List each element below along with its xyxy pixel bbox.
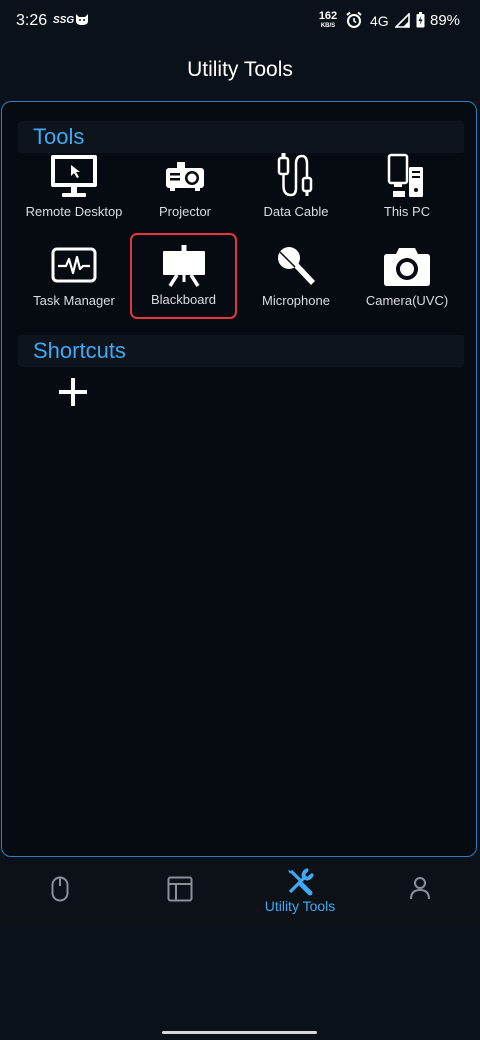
data-rate-value: 162 bbox=[318, 10, 338, 22]
cat-notification-icon bbox=[76, 14, 88, 25]
wrench-screwdriver-icon bbox=[288, 868, 314, 896]
camera-icon bbox=[384, 248, 430, 286]
heartbeat-monitor-icon bbox=[51, 247, 97, 283]
battery-percent: 89% bbox=[430, 12, 461, 29]
signal-icon bbox=[395, 13, 410, 28]
tool-label: This PC bbox=[383, 204, 431, 219]
tool-microphone[interactable]: Microphone bbox=[240, 235, 352, 315]
tool-remote-desktop[interactable]: Remote Desktop bbox=[18, 152, 130, 232]
tool-data-cable[interactable]: Data Cable bbox=[240, 152, 352, 232]
tool-label: Task Manager bbox=[33, 293, 115, 308]
tool-blackboard[interactable]: Blackboard bbox=[130, 233, 237, 319]
network-type: 4G bbox=[370, 13, 389, 29]
monitor-icon bbox=[51, 155, 97, 197]
projector-icon bbox=[166, 162, 204, 191]
battery-icon bbox=[416, 12, 425, 28]
tool-label: Data Cable bbox=[263, 204, 329, 219]
tools-section-title: Tools bbox=[33, 124, 85, 149]
tool-label: Microphone bbox=[262, 293, 330, 308]
microphone-icon bbox=[278, 247, 315, 285]
nav-utility-tools-label: Utility Tools bbox=[264, 898, 336, 914]
layout-icon bbox=[167, 876, 193, 902]
shortcuts-section-title: Shortcuts bbox=[33, 338, 126, 363]
tools-panel: Tools Remote Desktop Projector Data Cabl… bbox=[1, 101, 477, 857]
pc-tower-icon bbox=[387, 153, 423, 197]
tool-camera-uvc[interactable]: Camera(UVC) bbox=[351, 235, 463, 315]
data-rate-unit: KB/S bbox=[320, 23, 336, 29]
tool-label: Camera(UVC) bbox=[365, 293, 449, 308]
tool-label: Blackboard bbox=[150, 292, 217, 307]
tool-this-pc[interactable]: This PC bbox=[351, 152, 463, 232]
home-indicator[interactable] bbox=[162, 1031, 317, 1034]
nav-utility-tools[interactable]: Utility Tools bbox=[240, 862, 360, 924]
plus-icon[interactable] bbox=[58, 377, 88, 407]
tool-task-manager[interactable]: Task Manager bbox=[18, 235, 130, 315]
bottom-nav: Utility Tools bbox=[0, 862, 480, 924]
tool-label: Projector bbox=[158, 204, 212, 219]
tools-section-header: Tools bbox=[18, 121, 464, 153]
nav-mouse[interactable] bbox=[0, 862, 120, 924]
data-rate: 162 KB/S bbox=[316, 10, 340, 30]
person-icon bbox=[410, 877, 430, 900]
status-time: 3:26 bbox=[16, 12, 48, 29]
nav-profile[interactable] bbox=[360, 862, 480, 924]
carrier-tag: SSG bbox=[53, 15, 75, 26]
mouse-icon bbox=[51, 876, 69, 902]
nav-layout[interactable] bbox=[120, 862, 240, 924]
tool-projector[interactable]: Projector bbox=[129, 152, 241, 232]
alarm-icon bbox=[346, 11, 362, 28]
tool-label: Remote Desktop bbox=[25, 204, 123, 219]
page-title: Utility Tools bbox=[187, 58, 293, 81]
shortcuts-section-header: Shortcuts bbox=[18, 335, 464, 367]
easel-board-icon bbox=[162, 245, 205, 287]
status-bar: 3:26 SSG 162 KB/S 4G 89% bbox=[0, 0, 480, 42]
usb-cable-icon bbox=[277, 153, 313, 197]
